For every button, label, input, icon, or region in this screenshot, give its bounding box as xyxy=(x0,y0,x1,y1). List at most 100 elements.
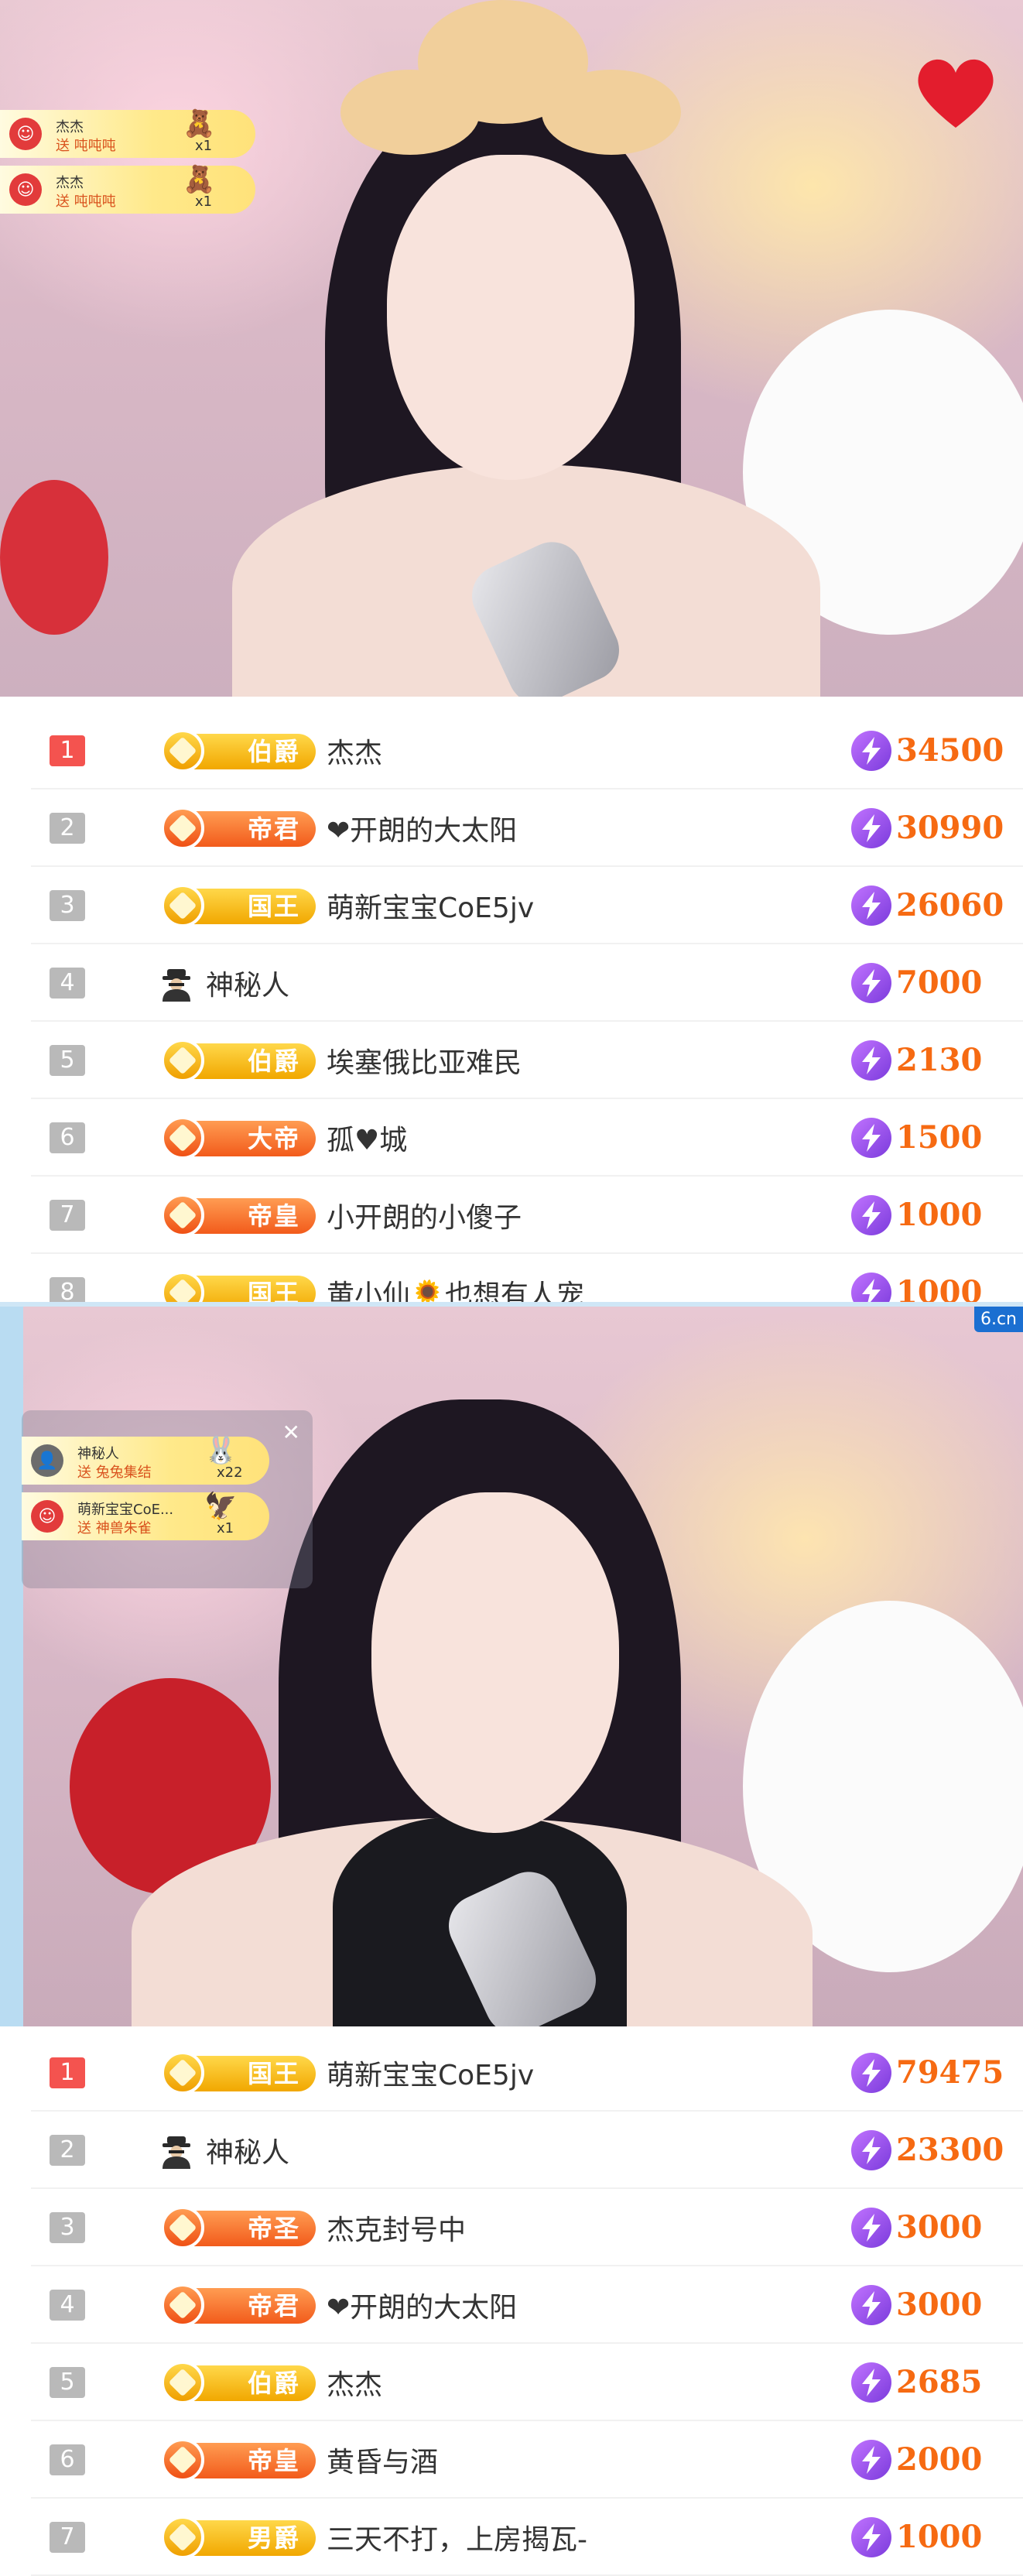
streamer-face xyxy=(387,155,635,480)
score-value: 2685 xyxy=(896,2364,983,2400)
ranking-row[interactable]: 4 帝君 ❤开朗的大太阳 3000 xyxy=(31,2266,1023,2344)
user-name[interactable]: ❤开朗的大太阳 xyxy=(327,808,517,848)
lightning-icon xyxy=(851,963,891,1003)
rank-number: 2 xyxy=(50,813,85,844)
noble-badge: 伯爵 xyxy=(161,2361,316,2404)
user-name[interactable]: 孤♥城 xyxy=(327,1118,407,1158)
bear-paw-right xyxy=(542,70,681,155)
doll-gift-icon: 🧸 xyxy=(183,108,216,139)
ranking-row[interactable]: 2 帝君 ❤开朗的大太阳 30990 xyxy=(31,790,1023,867)
noble-emblem-icon xyxy=(161,2361,204,2404)
contribution-ranking-1: 1 伯爵 杰杰 34500 2 帝君 ❤开朗的大太阳 30990 3 国王 萌新宝宝CoE5jv 26… xyxy=(31,712,1023,1331)
lightning-icon xyxy=(851,2440,891,2480)
noble-badge: 男爵 xyxy=(161,2516,316,2559)
noble-badge: 伯爵 xyxy=(161,1039,316,1082)
contribution-ranking-2: 1 国王 萌新宝宝CoE5jv 79475 2 神秘人 23300 3 帝圣 杰克封号中 3000 4… xyxy=(31,2034,1023,2576)
rank-number: 6 xyxy=(50,1122,85,1153)
lightning-icon xyxy=(851,2130,891,2170)
user-name[interactable]: 神秘人 xyxy=(206,2130,289,2170)
gift-notification: ☺ 萌新宝宝CoE... 送 神兽朱雀 🦅 x1 xyxy=(22,1491,269,1540)
gift-notification: 👤 神秘人 送 兔兔集结 🐰 x22 xyxy=(22,1435,269,1485)
ranking-row[interactable]: 3 国王 萌新宝宝CoE5jv 26060 xyxy=(31,867,1023,944)
ranking-row[interactable]: 6 大帝 孤♥城 1500 xyxy=(31,1099,1023,1177)
score-value: 34500 xyxy=(896,732,1004,769)
user-name[interactable]: 萌新宝宝CoE5jv xyxy=(327,2053,534,2093)
doll-gift-icon: 🧸 xyxy=(183,164,216,195)
noble-emblem-icon xyxy=(161,1116,204,1160)
lightning-icon xyxy=(851,731,891,771)
rank-number: 2 xyxy=(50,2135,85,2166)
noble-badge: 伯爵 xyxy=(161,729,316,772)
user-name[interactable]: 杰杰 xyxy=(327,2362,382,2403)
noble-badge: 国王 xyxy=(161,884,316,927)
mystery-user-icon xyxy=(158,964,195,1002)
site-watermark: 6.cn xyxy=(973,1307,1023,1332)
score-value: 1500 xyxy=(896,1119,983,1156)
rank-number: 4 xyxy=(50,2290,85,2321)
bear-paw-left xyxy=(340,70,480,155)
lightning-icon xyxy=(851,2053,891,2093)
lightning-icon xyxy=(851,886,891,926)
ranking-row[interactable]: 7 帝皇 小开朗的小傻子 1000 xyxy=(31,1177,1023,1254)
gift-action: 送 吨吨吨 xyxy=(56,194,116,210)
noble-emblem-icon xyxy=(161,2516,204,2559)
lightning-icon xyxy=(851,2208,891,2248)
close-icon[interactable]: ✕ xyxy=(282,1420,300,1445)
live-video-1: ☺ 杰杰 送 吨吨吨 🧸 x1 ☺ 杰杰 送 吨吨吨 🧸 x1 xyxy=(0,0,1023,697)
user-name[interactable]: 杰杰 xyxy=(327,731,382,771)
noble-emblem-icon xyxy=(161,1039,204,1082)
user-avatar: ☺ xyxy=(9,118,42,150)
noble-badge: 国王 xyxy=(161,2051,316,2095)
score-value: 23300 xyxy=(896,2132,1004,2168)
lightning-icon xyxy=(851,1040,891,1081)
user-name[interactable]: 三天不打，上房揭瓦- xyxy=(327,2517,587,2557)
ranking-row[interactable]: 3 帝圣 杰克封号中 3000 xyxy=(31,2189,1023,2266)
user-name[interactable]: ❤开朗的大太阳 xyxy=(327,2285,517,2325)
user-name[interactable]: 杰克封号中 xyxy=(327,2208,466,2248)
gift-action: 送 兔兔集结 xyxy=(77,1464,152,1481)
phoenix-gift-icon: 🦅 xyxy=(204,1491,238,1522)
gift-count: x1 xyxy=(195,138,213,154)
score-value: 3000 xyxy=(896,2209,983,2245)
score-value: 2130 xyxy=(896,1042,983,1078)
ranking-row[interactable]: 4 神秘人 7000 xyxy=(31,944,1023,1022)
noble-badge: 帝皇 xyxy=(161,1194,316,1237)
score-value: 79475 xyxy=(896,2054,1004,2091)
ranking-row[interactable]: 5 伯爵 杰杰 2685 xyxy=(31,2344,1023,2421)
rank-number: 1 xyxy=(50,735,85,766)
ranking-row[interactable]: 7 男爵 三天不打，上房揭瓦- 1000 xyxy=(31,2499,1023,2576)
user-name[interactable]: 小开朗的小傻子 xyxy=(327,1195,522,1235)
lightning-icon xyxy=(851,808,891,848)
score-value: 1000 xyxy=(896,2519,983,2555)
ranking-row[interactable]: 2 神秘人 23300 xyxy=(31,2112,1023,2189)
user-name[interactable]: 萌新宝宝CoE5jv xyxy=(327,886,534,926)
rank-number: 6 xyxy=(50,2444,85,2475)
ranking-row[interactable]: 1 国王 萌新宝宝CoE5jv 79475 xyxy=(31,2034,1023,2112)
red-plush xyxy=(0,480,108,635)
gift-notification: ☺ 杰杰 送 吨吨吨 🧸 x1 xyxy=(0,164,255,214)
ranking-row[interactable]: 5 伯爵 埃塞俄比亚难民 2130 xyxy=(31,1022,1023,1099)
ranking-row[interactable]: 6 帝皇 黄昏与酒 2000 xyxy=(31,2421,1023,2499)
lightning-icon xyxy=(851,1195,891,1235)
lightning-icon xyxy=(851,1118,891,1158)
noble-emblem-icon xyxy=(161,884,204,927)
streamer-face xyxy=(371,1492,619,1833)
noble-emblem-icon xyxy=(161,1194,204,1237)
score-value: 2000 xyxy=(896,2441,983,2478)
user-avatar: ☺ xyxy=(31,1500,63,1533)
bunny-gift-icon: 🐰 xyxy=(204,1435,238,1466)
lightning-icon xyxy=(851,2362,891,2403)
user-name[interactable]: 黄昏与酒 xyxy=(327,2440,438,2480)
score-value: 1000 xyxy=(896,1197,983,1233)
noble-emblem-icon xyxy=(161,807,204,850)
user-name[interactable]: 埃塞俄比亚难民 xyxy=(327,1040,522,1081)
noble-emblem-icon xyxy=(161,729,204,772)
gift-count: x1 xyxy=(217,1520,234,1536)
rank-number: 4 xyxy=(50,968,85,999)
rank-number: 5 xyxy=(50,1045,85,1076)
noble-emblem-icon xyxy=(161,2438,204,2482)
gift-user: 神秘人 xyxy=(77,1446,119,1462)
user-name[interactable]: 神秘人 xyxy=(206,963,289,1003)
user-avatar: ☺ xyxy=(9,173,42,206)
ranking-row[interactable]: 1 伯爵 杰杰 34500 xyxy=(31,712,1023,790)
